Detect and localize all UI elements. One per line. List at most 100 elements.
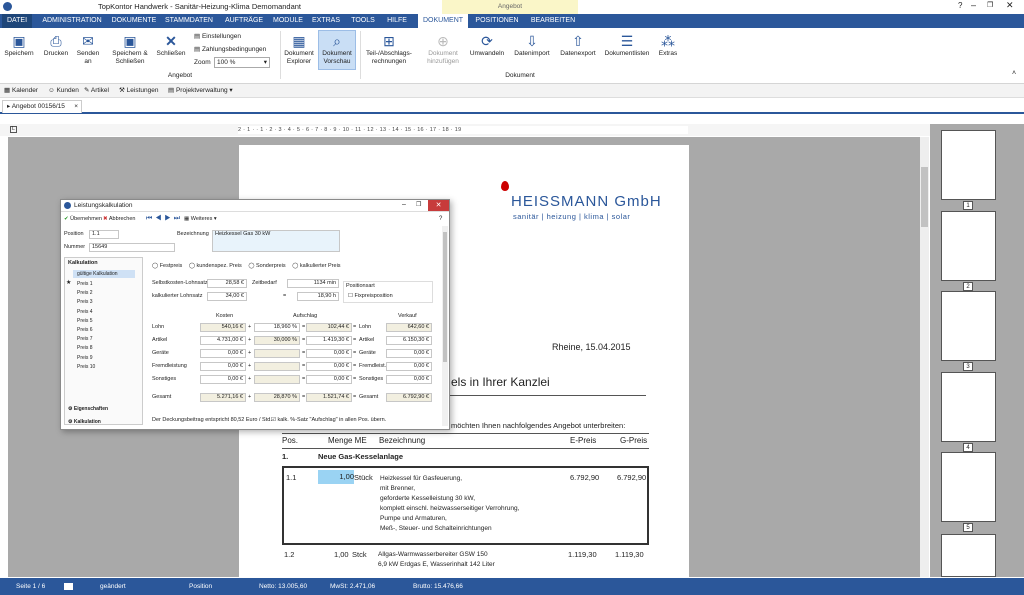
tab-dokumente[interactable]: DOKUMENTE bbox=[110, 14, 158, 28]
ruler-scale[interactable]: 2 · 1 · · 1 · 2 · 3 · 4 · 5 · 6 · 7 · 8 … bbox=[238, 126, 688, 134]
page-thumbnails: 1 2 3 4 5 bbox=[930, 124, 1024, 577]
sidebar-item-preis[interactable]: Preis 10 bbox=[77, 363, 95, 372]
tab-auftraege[interactable]: AUFTRÄGE bbox=[222, 14, 266, 28]
close-icon[interactable]: ✕ bbox=[1006, 0, 1014, 11]
bezeichnung-field[interactable]: Heizkessel Gas 30 kW bbox=[212, 230, 340, 252]
uebernehmen-button[interactable]: ✔ Übernehmen bbox=[64, 216, 102, 222]
vertical-scrollbar[interactable] bbox=[920, 137, 929, 577]
tab-module[interactable]: MODULE bbox=[272, 14, 304, 28]
tab-positionen[interactable]: POSITIONEN bbox=[472, 14, 522, 28]
tab-dokument[interactable]: DOKUMENT bbox=[418, 14, 468, 28]
help-icon[interactable]: ? bbox=[439, 216, 442, 222]
quantity-cell[interactable]: 1,00 bbox=[318, 470, 354, 484]
aufschlag-checkbox[interactable]: ☑ kalk. %-Satz "Aufschlag" in allen Pos.… bbox=[271, 417, 386, 424]
tab-datei[interactable]: DATEI bbox=[2, 14, 32, 28]
sidebar-item-preis[interactable]: Preis 3 bbox=[77, 298, 95, 307]
zeitbedarf-field[interactable]: 1134 min bbox=[287, 279, 339, 288]
umwandeln-button[interactable]: ⟳ Umwandeln bbox=[468, 31, 506, 58]
sidebar-item-preis[interactable]: Preis 5 bbox=[77, 317, 95, 326]
quick-leistungen[interactable]: ⚒ Leistungen bbox=[119, 84, 158, 98]
dokument-vorschau-button[interactable]: ⌕ Dokument Vorschau bbox=[318, 30, 356, 70]
scrollbar-thumb[interactable] bbox=[443, 232, 447, 362]
doc-tab-angebot[interactable]: ▸ Angebot 00156/15 × bbox=[2, 100, 82, 113]
nav-arrows[interactable]: ⏮◀▶⏭ bbox=[146, 215, 183, 223]
datenexport-button[interactable]: ⇧ Datenexport bbox=[556, 31, 600, 58]
quick-kunden[interactable]: ☺ Kunden bbox=[48, 84, 79, 98]
abbrechen-button[interactable]: ✖ Abbrechen bbox=[103, 216, 135, 222]
sidebar-item-preis[interactable]: Preis 7 bbox=[77, 335, 95, 344]
zoom-select[interactable]: 100 % ▾ bbox=[214, 57, 270, 68]
thumbnail-page[interactable] bbox=[941, 452, 996, 522]
thumbnail-page[interactable] bbox=[941, 291, 996, 361]
sidebar-item-preis[interactable]: Preis 2 bbox=[77, 289, 95, 298]
extras-button[interactable]: ⁂ Extras bbox=[654, 31, 682, 58]
quick-projektverwaltung[interactable]: ▤ Projektverwaltung ▾ bbox=[168, 84, 233, 98]
document-tabs: ▸ Angebot 00156/15 × bbox=[0, 98, 1024, 114]
thumbnail-page[interactable] bbox=[941, 534, 996, 577]
dokument-explorer-button[interactable]: ▦ Dokument Explorer bbox=[282, 31, 316, 66]
stunden-field[interactable]: 18,90 h bbox=[297, 292, 339, 301]
senden-button[interactable]: ✉ Senden an bbox=[74, 31, 102, 66]
sidebar-item-preis[interactable]: Preis 6 bbox=[77, 326, 95, 335]
schliessen-button[interactable]: ✕ Schließen bbox=[154, 31, 188, 58]
drucken-button[interactable]: ⎙ Drucken bbox=[40, 31, 72, 58]
thumbnail-page[interactable] bbox=[941, 211, 996, 281]
radio-kalkuliert[interactable]: ◯ kalkulierter Preis bbox=[292, 263, 340, 269]
eigenschaften-section[interactable]: ⚙ Eigenschaften bbox=[68, 406, 108, 412]
datenimport-button[interactable]: ⇩ Datenimport bbox=[510, 31, 554, 58]
tab-administration[interactable]: ADMINISTRATION bbox=[41, 14, 103, 28]
tab-stammdaten[interactable]: STAMMDATEN bbox=[164, 14, 214, 28]
radio-festpreis[interactable]: ◯ Festpreis bbox=[152, 263, 182, 269]
close-dialog-icon[interactable]: ✕ bbox=[428, 200, 449, 211]
dialog-title: Leistungskalkulation bbox=[74, 202, 133, 209]
ribbon-separator bbox=[280, 31, 281, 79]
sidebar-item-preis[interactable]: Preis 1 bbox=[77, 280, 95, 289]
position-field[interactable]: 1.1 bbox=[89, 230, 119, 239]
nummer-field[interactable]: 15649 bbox=[89, 243, 175, 252]
radio-kundenspez[interactable]: ◯ kundenspez. Preis bbox=[189, 263, 242, 269]
quick-artikel[interactable]: ✎ Artikel bbox=[84, 84, 109, 98]
collapse-ribbon-icon[interactable]: ˄ bbox=[1012, 70, 1016, 77]
dokument-hinzufuegen-button[interactable]: ⊕ Dokument hinzufügen bbox=[420, 31, 466, 66]
einstellungen-button[interactable]: ▤ Einstellungen bbox=[194, 32, 241, 41]
doc-add-icon: ⊕ bbox=[437, 33, 449, 49]
sidebar-item-preis[interactable]: Preis 8 bbox=[77, 344, 95, 353]
selbstkosten-lohnsatz-field[interactable]: 28,58 € bbox=[207, 279, 247, 288]
speichern-button[interactable]: ▣ Speichern bbox=[3, 31, 35, 58]
tab-hilfe[interactable]: HILFE bbox=[383, 14, 411, 28]
help-icon[interactable]: ? bbox=[958, 1, 962, 10]
thumbnail-page[interactable] bbox=[941, 372, 996, 442]
quick-kalender[interactable]: ▦ Kalender bbox=[4, 84, 38, 98]
sidebar-item-gueltig[interactable]: gültige Kalkulation bbox=[73, 270, 135, 278]
tab-extras[interactable]: EXTRAS bbox=[310, 14, 342, 28]
minimize-icon[interactable]: – bbox=[971, 0, 976, 10]
radio-sonderpreis[interactable]: ◯ Sonderpreis bbox=[248, 263, 285, 269]
scrollbar-thumb[interactable] bbox=[921, 167, 928, 227]
kalkulation-section[interactable]: ⚙ Kalkulation bbox=[68, 419, 101, 426]
table-row[interactable]: 1.1 1,00 Stück Heizkessel für Gasfeuerun… bbox=[282, 466, 649, 545]
tab-bearbeiten[interactable]: BEARBEITEN bbox=[528, 14, 578, 28]
speichern-schliessen-button[interactable]: ▣ Speichern & Schließen bbox=[108, 31, 152, 66]
thumbnail-number: 5 bbox=[963, 523, 973, 532]
weiteres-button[interactable]: ▦ Weiteres ▾ bbox=[184, 216, 217, 222]
tab-stop-icon[interactable]: L bbox=[10, 126, 17, 133]
save-icon: ▣ bbox=[12, 33, 26, 49]
maximize-icon[interactable]: ❐ bbox=[987, 1, 993, 9]
thumbnail-page[interactable] bbox=[941, 130, 996, 200]
maximize-icon[interactable]: ❐ bbox=[416, 201, 421, 208]
close-tab-icon[interactable]: × bbox=[74, 101, 78, 113]
group-dokument-label: Dokument bbox=[505, 72, 535, 79]
minimize-icon[interactable]: – bbox=[402, 201, 406, 208]
sidebar-item-preis[interactable]: Preis 9 bbox=[77, 354, 95, 363]
dokumentlisten-button[interactable]: ☰ Dokumentlisten bbox=[602, 31, 652, 58]
zahlungsbedingungen-button[interactable]: ▤ Zahlungsbedingungen bbox=[194, 45, 266, 54]
teil-abschlag-button[interactable]: ⊞ Teil-/Abschlags- rechnungen bbox=[362, 31, 416, 66]
kalk-lohnsatz-field[interactable]: 34,00 € bbox=[207, 292, 247, 301]
sidebar-item-preis[interactable]: Preis 4 bbox=[77, 308, 95, 317]
fixpreis-checkbox[interactable]: ☐ Fixpreisposition bbox=[348, 293, 393, 300]
tab-tools[interactable]: TOOLS bbox=[348, 14, 378, 28]
article-icon: ✎ bbox=[84, 87, 91, 94]
table-row[interactable]: 1.2 1,00 Stck Allgas-Warmwasserbereiter … bbox=[282, 548, 649, 577]
dialog-scrollbar[interactable] bbox=[442, 226, 448, 426]
table-row: Artikel 4.731,00 € + 30,000 % = 1.419,30 €… bbox=[152, 335, 438, 347]
